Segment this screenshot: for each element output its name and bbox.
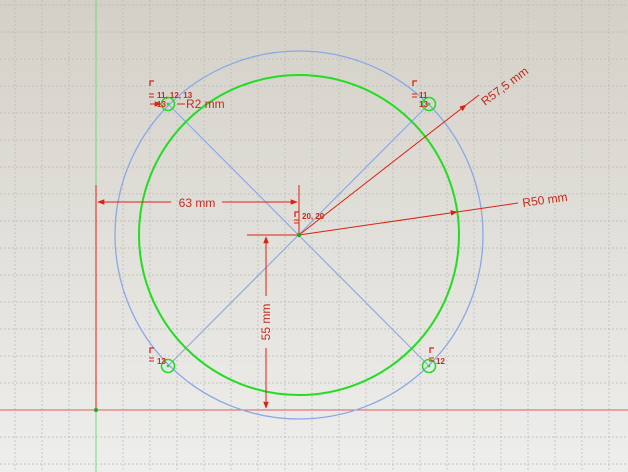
hole-center-point-br [427,364,431,368]
dimension-vertical-label[interactable]: 55 mm [259,304,273,341]
dimension-horizontal-label[interactable]: 63 mm [179,196,216,210]
constraint-label-top-right-a: 11 [419,91,428,100]
constraint-label-center: 20, 20 [302,212,325,221]
sketch-grid [0,0,628,472]
dimension-outer-radius-label[interactable]: R57,5 mm [478,64,531,108]
sketch-viewport[interactable]: 63 mm 55 mm R57,5 mm R50 mm R2 mm 11, 12… [0,0,628,472]
constraint-label-top-left-b: 13 [157,100,166,109]
constraint-label-bottom-left: 13 [157,357,166,366]
constraint-marker-bottom-left[interactable]: 13 [149,347,166,366]
constraint-label-top-left-a: 11, 12, 13 [157,91,193,100]
hole-center-point-bl [166,364,170,368]
hole-center-point-tr [427,102,431,106]
constraint-label-top-right-b: 13 [419,100,428,109]
dimension-outer-radius[interactable]: R57,5 mm [298,64,531,236]
sketch-canvas[interactable]: 63 mm 55 mm R57,5 mm R50 mm R2 mm 11, 12… [0,0,628,472]
center-point[interactable] [296,232,302,238]
constraint-label-bottom-right: 12 [436,357,445,366]
origin-point[interactable] [94,408,98,412]
dimension-inner-radius-label[interactable]: R50 mm [521,190,568,210]
hole-center-point-tl [166,102,170,106]
